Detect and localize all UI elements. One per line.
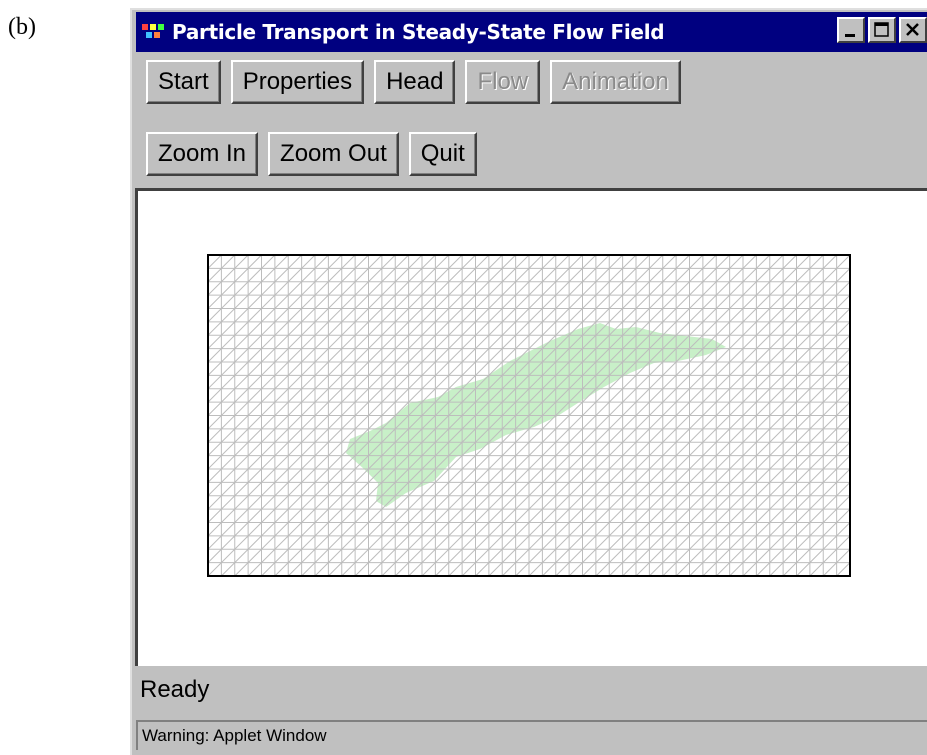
flow-canvas[interactable] (135, 188, 927, 666)
toolbar-row-1: Start Properties Head Flow Animation (146, 60, 691, 104)
animation-button[interactable]: Animation (550, 60, 681, 104)
mesh-grid-lines (207, 254, 851, 577)
minimize-icon (845, 34, 855, 37)
quit-button[interactable]: Quit (408, 132, 477, 176)
minimize-button[interactable] (837, 17, 865, 43)
toolbar-row-2: Zoom In Zoom Out Quit (146, 132, 487, 176)
zoom-out-button[interactable]: Zoom Out (268, 132, 399, 176)
figure-label: (b) (8, 14, 36, 40)
maximize-icon (874, 22, 889, 37)
finite-element-mesh (207, 254, 851, 577)
head-button[interactable]: Head (374, 60, 456, 104)
applet-warning-bar: Warning: Applet Window (136, 720, 927, 750)
start-button[interactable]: Start (146, 60, 221, 104)
close-icon (906, 23, 919, 36)
title-bar[interactable]: Particle Transport in Steady-State Flow … (136, 12, 927, 52)
close-button[interactable] (899, 17, 927, 43)
zoom-in-button[interactable]: Zoom In (146, 132, 259, 176)
applet-warning-text: Warning: Applet Window (142, 726, 327, 745)
window-title: Particle Transport in Steady-State Flow … (172, 20, 665, 44)
mesh-lines (207, 254, 851, 577)
properties-button[interactable]: Properties (230, 60, 365, 104)
flow-button[interactable]: Flow (465, 60, 541, 104)
status-text: Ready (140, 676, 210, 703)
applet-window: Particle Transport in Steady-State Flow … (130, 8, 927, 755)
window-controls (837, 17, 927, 43)
app-icon (142, 22, 166, 42)
maximize-button[interactable] (868, 17, 896, 43)
